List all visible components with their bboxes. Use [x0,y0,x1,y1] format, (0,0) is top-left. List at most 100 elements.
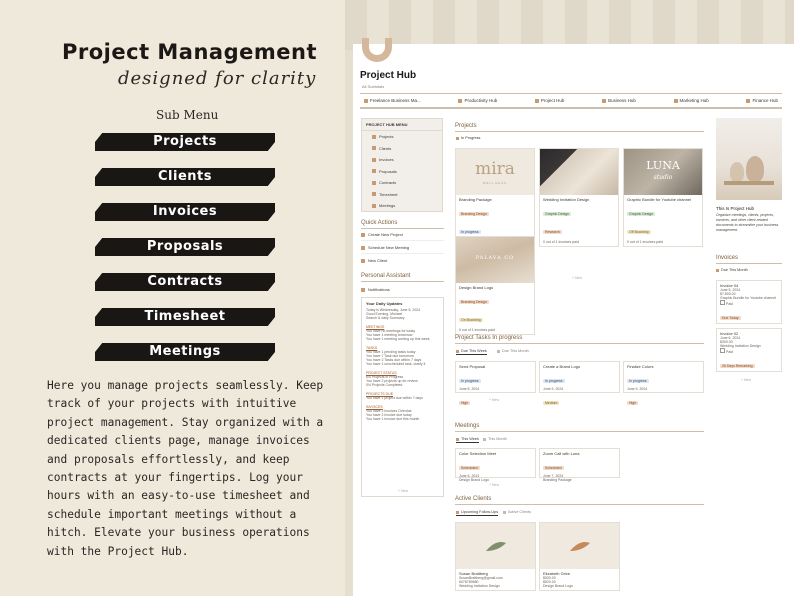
cover-logo-text: mira [475,159,515,179]
task-priority: Medium [543,401,560,405]
nav-finance[interactable]: Finance Hub [746,98,778,103]
client-project: Wedding Invitation Design [459,584,500,588]
menu-pill-clients[interactable]: Clients [95,168,275,186]
daily-updates-heading: Your Daily Updates [366,301,403,306]
task-priority: High [627,401,639,405]
projects-new-button[interactable]: + New [572,276,582,280]
nav-project[interactable]: Project Hub [534,98,564,103]
client-card[interactable]: Elizabeth Grice $530.00 $520.00 Design B… [539,522,620,591]
meeting-project: Design Brand Logo [459,478,489,482]
divider [455,131,704,132]
shelf-shape [724,181,774,185]
projects-filter-tab[interactable]: In Progress [456,136,480,140]
menu-pill-projects[interactable]: Projects [95,133,275,151]
project-card[interactable]: LUNA studio Graphic Bundle for Youtube c… [623,148,703,247]
page-icon [534,98,539,103]
page-title: Project Hub [360,70,417,81]
client-project: Design Brand Logo [543,584,573,588]
breadcrumb[interactable]: All Subtotals [362,84,384,89]
invoice-due: 26 Days Remaining [720,364,755,368]
assistant-new-button[interactable]: + New [398,489,408,493]
client-card[interactable]: Susan Brattberg SusanBrattberg@gmail.com… [455,522,536,591]
nav-marketing[interactable]: Marketing Hub [673,98,709,103]
nav-freelance[interactable]: Freelance Business Ma... [364,98,421,103]
tab-upcoming-follow-ups[interactable]: Upcoming Follow-Ups [456,510,499,516]
project-status: On Boarding [459,318,483,322]
assistant-title: Personal Assistant [361,273,411,279]
project-card[interactable]: PALAVA CO Design Brand Logo Branding Des… [455,236,535,335]
cover-logo-sub: studio [653,174,673,181]
hub-menu-invoices[interactable]: Invoices [362,154,442,166]
hub-menu-meetings[interactable]: Meetings [362,200,442,212]
leaf-icon [486,542,506,551]
task-card[interactable]: Finalize Colors In progress June 9, 2024… [623,361,704,405]
hub-menu-contracts[interactable]: Contracts [362,177,442,189]
meeting-tag: Scheduled [459,466,480,470]
hub-menu-timesheet[interactable]: Timesheet [362,189,442,201]
divider [361,253,444,254]
new-client-button[interactable]: New Client [361,258,387,263]
task-priority: High [459,401,471,405]
plus-icon [361,245,365,250]
page-icon [746,98,751,103]
tab-this-month[interactable]: This Month [483,437,507,441]
hub-menu-proposals[interactable]: Proposals [362,166,442,178]
invoices-new-button[interactable]: + New [741,378,751,382]
divider [361,281,444,282]
notifications-tab[interactable]: Notifications [361,287,390,292]
folder-icon [372,157,376,162]
project-card[interactable]: mira WELLNESS Branding Package Branding … [455,148,535,247]
project-status: In progress [459,230,481,234]
task-card[interactable]: Send Proposal In progress June 8, 2024 H… [455,361,536,405]
meeting-card[interactable]: Color Selection Meet Scheduled June 6, 2… [455,448,536,482]
tasks-title: Project Tasks In progress [455,335,523,341]
invoice-card[interactable]: Invoice 04 June 5, 2024 $7,800.00 Graphi… [716,280,782,324]
schedule-meeting-button[interactable]: Schedule New Meeting [361,245,409,250]
task-card[interactable]: Create a Brand Logo In progress June 9, … [539,361,620,405]
meeting-tag: Scheduled [543,466,564,470]
project-cover: PALAVA CO [456,237,534,283]
invoice-card[interactable]: Invoice 02 June 6, 2024 $300.00 Wedding … [716,328,782,372]
project-card[interactable]: Wedding Invitation Design Graphic Design… [539,148,619,247]
tab-active-clients[interactable]: Active Clients [503,510,531,514]
folder-icon [372,169,376,174]
meetings-new-button[interactable]: + New [489,483,499,487]
about-text: Organize meetings, clients, projects, in… [716,213,779,232]
client-cover [456,523,535,569]
calendar-icon [497,349,500,353]
project-cover [540,149,618,195]
plus-icon [361,258,365,263]
hub-menu: PROJECT HUB MENU Projects Clients Invoic… [361,118,443,212]
hub-menu-clients[interactable]: Clients [362,143,442,155]
tab-due-this-month[interactable]: Due This Month [497,349,529,353]
tab-due-this-week[interactable]: Due This Week [456,349,487,355]
nav-business[interactable]: Business Hub [602,98,636,103]
group-item: You have 1 project due within 7 days [366,396,423,400]
cover-logo-text: LUNA [646,159,680,172]
project-tag: Graphic Design [627,212,656,216]
menu-pill-contracts[interactable]: Contracts [95,273,275,291]
tab-invoices-due-month[interactable]: Due This Month [716,268,748,272]
filter-icon [456,136,459,140]
meeting-card[interactable]: Zoom Call with Luna Scheduled June 7, 20… [539,448,620,482]
folder-icon [372,146,376,151]
tasks-new-button[interactable]: + New [489,398,499,402]
divider [716,263,782,264]
menu-pill-timesheet[interactable]: Timesheet [95,308,275,326]
menu-pill-proposals[interactable]: Proposals [95,238,275,256]
cover-logo-text: PALAVA CO [475,255,515,261]
hub-menu-projects[interactable]: Projects [362,131,442,143]
menu-pill-meetings[interactable]: Meetings [95,343,275,361]
create-project-button[interactable]: Create New Project [361,232,403,237]
menu-pill-invoices[interactable]: Invoices [95,203,275,221]
project-status: Off Boarding [627,230,651,234]
project-cover: mira WELLNESS [456,149,534,195]
project-tag: Branding Design [459,212,489,216]
cover-photo [716,118,782,200]
folder-icon [372,134,376,139]
divider [361,228,444,229]
project-meta: 0 out of 1 invoices paid [459,328,495,332]
tab-this-week[interactable]: This Week [456,437,479,443]
project-tag: Branding Design [459,300,489,304]
nav-productivity[interactable]: Productivity Hub [458,98,497,103]
